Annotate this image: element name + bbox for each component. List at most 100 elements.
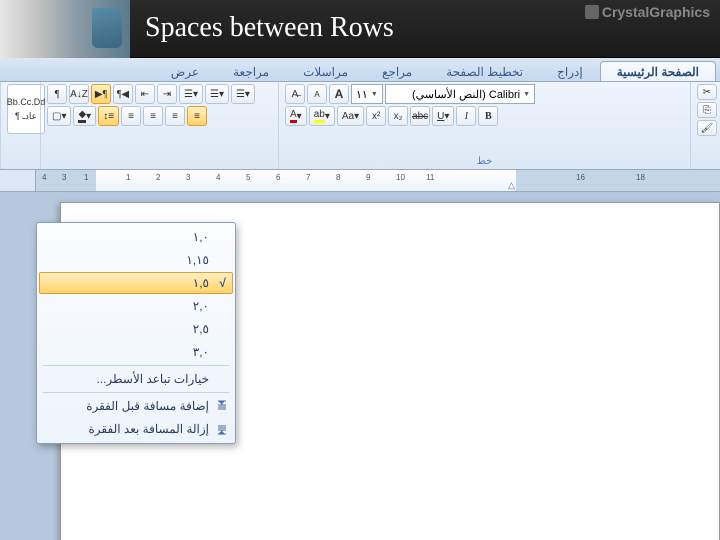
- tab-references[interactable]: مراجع: [365, 61, 429, 81]
- tab-page-layout[interactable]: تخطيط الصفحة: [429, 61, 540, 81]
- show-hide-pilcrow-button[interactable]: ¶: [47, 84, 67, 104]
- copy-icon: ⎘: [703, 105, 711, 116]
- tab-mailings[interactable]: مراسلات: [286, 61, 365, 81]
- increase-indent-button[interactable]: ⇥: [157, 84, 177, 104]
- borders-icon: ▢▾: [52, 111, 66, 122]
- multilist-icon: ☰▾: [184, 89, 198, 100]
- subscript-button[interactable]: x₂: [388, 106, 408, 126]
- font-size-value: ١١: [356, 88, 368, 101]
- ruler-tick: 3: [186, 173, 190, 182]
- tab-review[interactable]: مراجعة: [216, 61, 286, 81]
- bullets-button[interactable]: ☰▾: [231, 84, 255, 104]
- tab-home[interactable]: الصفحة الرئيسية: [600, 61, 716, 81]
- spacing-option-1.15[interactable]: ١,١٥: [39, 249, 233, 271]
- copy-button[interactable]: ⎘: [697, 102, 717, 118]
- outdent-icon: ⇤: [141, 89, 149, 100]
- style-name: ¶ عادـ: [15, 111, 37, 122]
- ruler-tick: 7: [306, 173, 310, 182]
- ribbon-tabs: الصفحة الرئيسية إدراج تخطيط الصفحة مراجع…: [0, 58, 720, 82]
- ruler-tick: 18: [636, 173, 645, 182]
- ruler-margin-right: [516, 170, 720, 191]
- dropdown-arrow-icon: ▼: [523, 91, 530, 98]
- crystal-logo-icon: [585, 5, 599, 19]
- checkmark-icon: √: [219, 276, 226, 290]
- align-center-button[interactable]: ≡: [165, 106, 185, 126]
- sort-button[interactable]: A↓Z: [69, 84, 89, 104]
- font-name-value: Calibri (النص الأساسي): [412, 88, 520, 101]
- font-color-button[interactable]: A▾: [285, 106, 307, 126]
- spacing-option-3.0[interactable]: ٣,٠: [39, 341, 233, 363]
- italic-button[interactable]: I: [456, 106, 476, 126]
- rtl-direction-button[interactable]: ▶¶: [91, 84, 111, 104]
- ruler-area: 4 3 1 1 2 3 4 5 6 7 8 9 10 11 16 18 △: [0, 170, 720, 192]
- brush-icon: 🖌: [701, 123, 714, 134]
- ruler-tick: 11: [426, 173, 434, 182]
- ruler-tick: 9: [366, 173, 370, 182]
- ruler-tick: 10: [396, 173, 405, 182]
- ruler-tick: 3: [62, 173, 66, 182]
- change-case-button[interactable]: Aa▾: [337, 106, 364, 126]
- add-space-before-paragraph[interactable]: إضافة مسافة قبل الفقرة: [39, 395, 233, 417]
- slide-header: Spaces between Rows CrystalGraphics: [0, 0, 720, 58]
- watermark-text: CrystalGraphics: [602, 4, 710, 20]
- space-after-icon: [215, 422, 229, 436]
- line-spacing-menu: ١,٠ ١,١٥ √ ١,٥ ٢,٠ ٢,٥ ٣,٠ خيارات تباعد …: [36, 222, 236, 444]
- numbering-icon: ☰▾: [210, 89, 224, 100]
- align-left-button[interactable]: ≡: [143, 106, 163, 126]
- font-size-select[interactable]: ١١ ▼: [351, 84, 383, 104]
- ribbon: Bb.Cc.Dd ¶ عادـ ¶ A↓Z ▶¶ ¶◀ ⇤ ⇥ ☰▾ ☰▾ ☰▾…: [0, 82, 720, 170]
- ruler-tick: 1: [84, 173, 88, 182]
- group-paragraph: ¶ A↓Z ▶¶ ¶◀ ⇤ ⇥ ☰▾ ☰▾ ☰▾ ▢▾ ◆▾ ↕≡ ≡ ≡ ≡ …: [40, 82, 278, 169]
- align-center-icon: ≡: [172, 111, 178, 122]
- superscript-button[interactable]: x²: [366, 106, 386, 126]
- underline-button[interactable]: U▾: [432, 106, 454, 126]
- tab-view[interactable]: عرض: [154, 61, 216, 81]
- shading-button[interactable]: ◆▾: [73, 106, 96, 126]
- align-left-icon: ≡: [150, 111, 156, 122]
- ruler-tick: 5: [246, 173, 250, 182]
- spacing-option-2.0[interactable]: ٢,٠: [39, 295, 233, 317]
- header-photo: [0, 0, 130, 58]
- cut-button[interactable]: ✂: [697, 84, 717, 100]
- font-color-icon: A: [290, 110, 297, 123]
- tab-insert[interactable]: إدراج: [540, 61, 600, 81]
- multilevel-list-button[interactable]: ☰▾: [179, 84, 203, 104]
- dropdown-arrow-icon: ▼: [371, 91, 378, 98]
- ltr-direction-button[interactable]: ¶◀: [113, 84, 133, 104]
- ruler-tick: 2: [156, 173, 160, 182]
- spacing-option-1.5[interactable]: √ ١,٥: [39, 272, 233, 294]
- menu-separator: [43, 365, 229, 366]
- strikethrough-button[interactable]: abc: [410, 106, 430, 126]
- shrink-font-button[interactable]: A: [307, 84, 327, 104]
- group-clipboard: ✂ ⎘ 🖌: [690, 82, 720, 169]
- ruler-tick: 1: [126, 173, 130, 182]
- scissors-icon: ✂: [703, 87, 711, 98]
- spacing-option-2.5[interactable]: ٢,٥: [39, 318, 233, 340]
- spacing-option-1.0[interactable]: ١,٠: [39, 226, 233, 248]
- numbering-button[interactable]: ☰▾: [205, 84, 229, 104]
- group-label-font: خط: [285, 154, 684, 169]
- space-before-icon: [215, 399, 229, 413]
- font-name-select[interactable]: ▼ Calibri (النص الأساسي): [385, 84, 535, 104]
- ruler-tick: 6: [276, 173, 280, 182]
- ruler-tick: 16: [576, 173, 585, 182]
- format-painter-button[interactable]: 🖌: [697, 120, 717, 136]
- align-justify-button[interactable]: ≡: [121, 106, 141, 126]
- group-label-paragraph: [47, 165, 272, 169]
- decrease-indent-button[interactable]: ⇤: [135, 84, 155, 104]
- grow-font-button[interactable]: A: [329, 84, 349, 104]
- highlight-button[interactable]: ab▾: [309, 106, 335, 126]
- line-spacing-button[interactable]: ↕≡: [98, 106, 119, 126]
- watermark: CrystalGraphics: [585, 4, 710, 20]
- ruler-tick: 4: [42, 173, 46, 182]
- horizontal-ruler[interactable]: 4 3 1 1 2 3 4 5 6 7 8 9 10 11 16 18 △: [36, 170, 720, 191]
- borders-button[interactable]: ▢▾: [47, 106, 71, 126]
- justify-icon: ≡: [128, 111, 134, 122]
- indent-marker-icon[interactable]: △: [508, 180, 515, 191]
- bold-button[interactable]: B: [478, 106, 498, 126]
- clear-formatting-button[interactable]: A̶: [285, 84, 305, 104]
- ruler-corner: [0, 170, 36, 191]
- align-right-button[interactable]: ≡: [187, 106, 207, 126]
- remove-space-after-paragraph[interactable]: إزالة المسافة بعد الفقرة: [39, 418, 233, 440]
- line-spacing-options[interactable]: خيارات تباعد الأسطر...: [39, 368, 233, 390]
